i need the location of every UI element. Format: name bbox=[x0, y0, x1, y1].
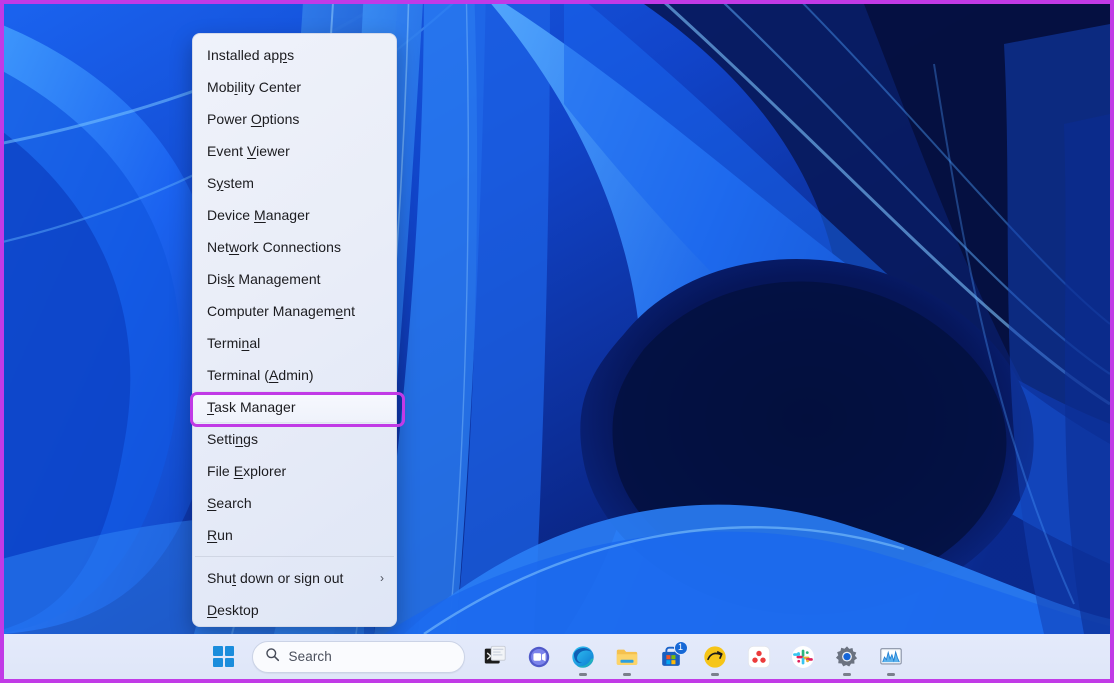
taskbar-item-terminal[interactable] bbox=[473, 637, 517, 677]
taskbar[interactable]: Search 1 bbox=[4, 634, 1110, 679]
menu-item-disk-management[interactable]: Disk Management bbox=[193, 263, 396, 295]
running-indicator bbox=[578, 672, 587, 676]
zoom-app-icon bbox=[702, 644, 728, 670]
menu-item-shut-down-or-sign-out[interactable]: Shut down or sign out › bbox=[193, 562, 396, 594]
search-icon bbox=[265, 647, 280, 667]
menu-item-terminal-admin[interactable]: Terminal (Admin) bbox=[193, 359, 396, 391]
chevron-right-icon: › bbox=[380, 571, 384, 585]
menu-item-device-manager[interactable]: Device Manager bbox=[193, 199, 396, 231]
start-button[interactable] bbox=[202, 637, 246, 677]
menu-item-event-viewer[interactable]: Event Viewer bbox=[193, 135, 396, 167]
menu-item-label: Installed apps bbox=[207, 47, 295, 63]
menu-item-label: Shut down or sign out bbox=[207, 570, 344, 586]
taskbar-item-settings[interactable] bbox=[825, 637, 869, 677]
taskbar-item-zoom[interactable] bbox=[693, 637, 737, 677]
menu-item-task-manager[interactable]: Task Manager bbox=[193, 391, 396, 423]
menu-item-label: Event Viewer bbox=[207, 143, 290, 159]
menu-item-mobility-center[interactable]: Mobility Center bbox=[193, 71, 396, 103]
menu-item-terminal[interactable]: Terminal bbox=[193, 327, 396, 359]
menu-item-label: Computer Management bbox=[207, 303, 356, 319]
menu-item-search[interactable]: Search bbox=[193, 487, 396, 519]
menu-item-file-explorer[interactable]: File Explorer bbox=[193, 455, 396, 487]
menu-item-run[interactable]: Run bbox=[193, 519, 396, 551]
folder-icon bbox=[614, 644, 640, 670]
menu-item-label: Search bbox=[207, 495, 252, 511]
terminal-icon bbox=[482, 644, 508, 670]
menu-item-label: Terminal bbox=[207, 335, 261, 351]
store-badge-count: 1 bbox=[673, 640, 688, 655]
menu-item-desktop[interactable]: Desktop bbox=[193, 594, 396, 626]
running-indicator bbox=[622, 672, 631, 676]
edge-icon bbox=[570, 644, 596, 670]
taskbar-item-dots-app[interactable] bbox=[737, 637, 781, 677]
menu-item-network-connections[interactable]: Network Connections bbox=[193, 231, 396, 263]
taskbar-item-microsoft-store[interactable]: 1 bbox=[649, 637, 693, 677]
menu-item-label: Device Manager bbox=[207, 207, 310, 223]
search-input[interactable]: Search bbox=[251, 640, 465, 673]
three-dots-icon bbox=[746, 644, 772, 670]
menu-item-installed-apps[interactable]: Installed apps bbox=[193, 39, 396, 71]
windows-logo-icon bbox=[213, 646, 234, 667]
taskbar-item-file-explorer[interactable] bbox=[605, 637, 649, 677]
menu-item-system[interactable]: System bbox=[193, 167, 396, 199]
taskbar-item-task-manager[interactable] bbox=[869, 637, 913, 677]
taskbar-item-slack[interactable] bbox=[781, 637, 825, 677]
desktop-wallpaper[interactable] bbox=[4, 4, 1110, 634]
running-indicator bbox=[710, 672, 719, 676]
menu-item-label: Settings bbox=[207, 431, 258, 447]
screenshot-root: Installed apps Mobility Center Power Optio… bbox=[0, 0, 1114, 683]
taskbar-item-edge[interactable] bbox=[561, 637, 605, 677]
menu-item-label: File Explorer bbox=[207, 463, 287, 479]
menu-item-settings[interactable]: Settings bbox=[193, 423, 396, 455]
menu-item-power-options[interactable]: Power Options bbox=[193, 103, 396, 135]
search-placeholder: Search bbox=[288, 649, 332, 664]
running-indicator bbox=[886, 672, 895, 676]
wallpaper-bloom-artwork bbox=[4, 4, 1110, 634]
win-x-context-menu[interactable]: Installed apps Mobility Center Power Optio… bbox=[192, 33, 397, 627]
menu-item-label: Terminal (Admin) bbox=[207, 367, 314, 383]
menu-item-label: Desktop bbox=[207, 602, 259, 618]
menu-item-label: Disk Management bbox=[207, 271, 321, 287]
menu-separator bbox=[195, 556, 394, 557]
slack-icon bbox=[790, 644, 816, 670]
teams-icon bbox=[526, 644, 552, 670]
menu-item-label: Mobility Center bbox=[207, 79, 302, 95]
menu-item-computer-management[interactable]: Computer Management bbox=[193, 295, 396, 327]
menu-item-label: Task Manager bbox=[207, 399, 296, 415]
menu-item-label: Run bbox=[207, 527, 233, 543]
menu-item-label: System bbox=[207, 175, 254, 191]
taskbar-item-teams[interactable] bbox=[517, 637, 561, 677]
running-indicator bbox=[842, 672, 851, 676]
task-manager-icon bbox=[878, 644, 904, 670]
menu-item-label: Network Connections bbox=[207, 239, 342, 255]
gear-icon bbox=[834, 644, 860, 670]
desktop-stage: Installed apps Mobility Center Power Optio… bbox=[4, 4, 1110, 679]
menu-item-label: Power Options bbox=[207, 111, 300, 127]
